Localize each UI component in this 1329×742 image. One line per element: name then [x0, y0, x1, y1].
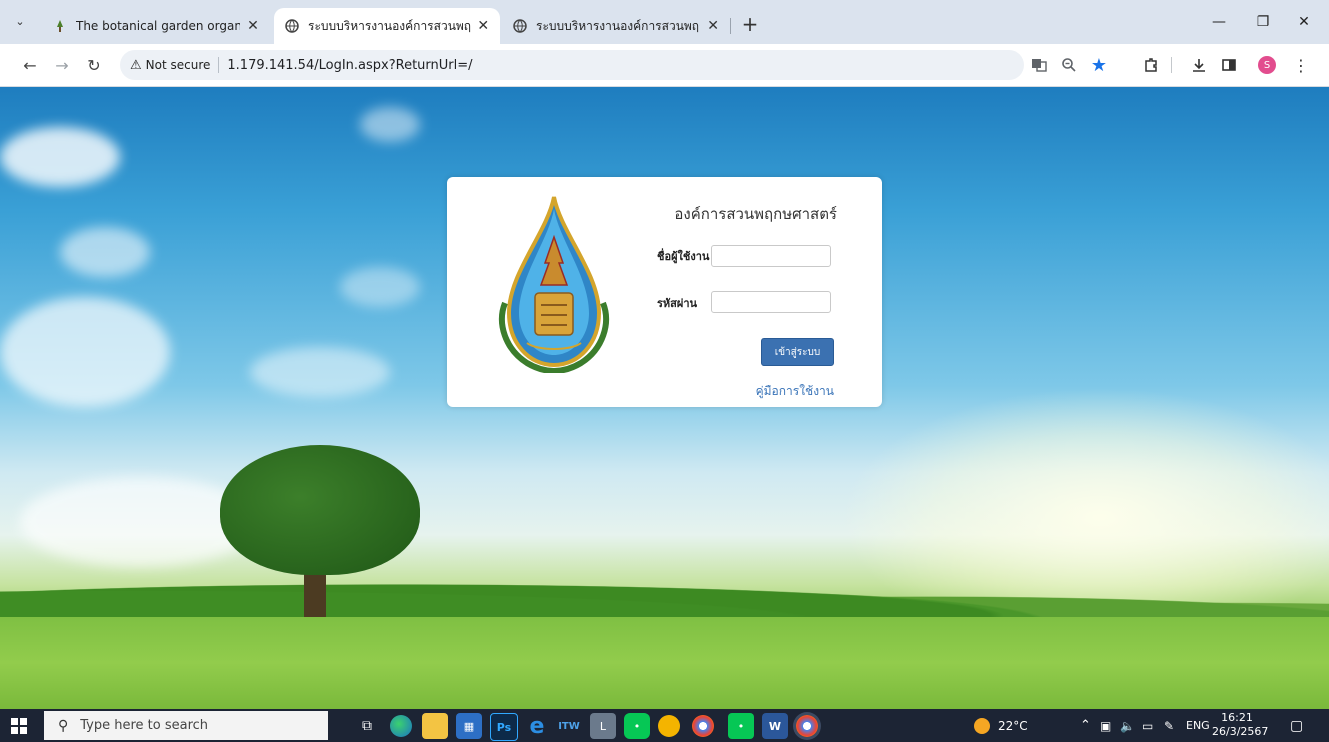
file-explorer-icon[interactable]	[422, 713, 448, 739]
profile-avatar[interactable]: S	[1258, 56, 1276, 74]
cloud	[360, 107, 420, 142]
download-icon[interactable]	[1188, 54, 1210, 76]
menu-kebab-icon[interactable]: ⋮	[1290, 54, 1312, 76]
plant-favicon-icon	[52, 18, 68, 34]
taskbar-search-box[interactable]: ⚲ Type here to search	[44, 711, 328, 740]
itw-app-icon[interactable]: ITW	[556, 713, 582, 739]
login-button[interactable]: เข้าสู่ระบบ	[761, 338, 834, 366]
globe-icon	[512, 18, 528, 34]
tab-title: ระบบบริหารงานองค์การสวนพฤกษศา	[308, 18, 471, 33]
tab-botanical-garden[interactable]: The botanical garden organizat ✕	[42, 8, 270, 44]
cloud	[60, 227, 150, 277]
cloud	[0, 127, 120, 187]
browser-tab-strip: ⌄ The botanical garden organizat ✕ ระบบบ…	[0, 0, 1329, 44]
warning-triangle-icon: ⚠	[130, 57, 142, 73]
minimize-icon[interactable]: —	[1199, 8, 1239, 36]
login-card: องค์การสวนพฤกษศาสตร์ ชื่อผู้ใช้งาน รหัสผ…	[447, 177, 882, 407]
close-icon[interactable]: ✕	[246, 18, 260, 34]
clock-date: 26/3/2567	[1212, 725, 1269, 738]
tab-title: ระบบบริหารงานองค์การสวนพฤกษศา	[536, 18, 700, 33]
organization-emblem	[487, 193, 621, 375]
notification-icon[interactable]: ▢	[1290, 709, 1303, 742]
windows-start-icon[interactable]	[8, 716, 30, 736]
weather-widget[interactable]: 22°C	[974, 709, 1028, 742]
meadow	[0, 617, 1329, 709]
browser-toolbar: ← → ↻ ⚠ Not secure 1.179.141.54/LogIn.as…	[0, 44, 1329, 87]
browser-app-icon[interactable]	[658, 715, 680, 737]
word-icon[interactable]: W	[762, 713, 788, 739]
address-bar[interactable]: ⚠ Not secure 1.179.141.54/LogIn.aspx?Ret…	[120, 50, 1024, 80]
back-arrow-icon[interactable]: ←	[18, 53, 42, 77]
pen-icon[interactable]: ✎	[1164, 709, 1174, 742]
url-text[interactable]: 1.179.141.54/LogIn.aspx?ReturnUrl=/	[227, 58, 472, 73]
password-field[interactable]	[711, 291, 831, 313]
tray-overflow-icon[interactable]: ⌃	[1080, 709, 1091, 742]
l-app-icon[interactable]: L	[590, 713, 616, 739]
password-label: รหัสผ่าน	[657, 297, 698, 310]
photoshop-icon[interactable]: Ps	[490, 713, 518, 741]
edge-browser-icon[interactable]	[390, 715, 412, 737]
bookmark-star-icon[interactable]: ★	[1088, 54, 1110, 76]
language-indicator[interactable]: ENG	[1186, 709, 1210, 742]
tab-system-second[interactable]: ระบบบริหารงานองค์การสวนพฤกษศา ✕	[502, 8, 730, 44]
clock[interactable]: 16:21 26/3/2567	[1212, 711, 1269, 739]
chevron-down-icon: ⌄	[15, 14, 25, 28]
network-icon[interactable]: ▭	[1142, 709, 1153, 742]
toolbar-divider	[1168, 54, 1174, 76]
tab-divider	[730, 18, 731, 34]
new-tab-button[interactable]: +	[738, 12, 762, 36]
forward-arrow-icon[interactable]: →	[50, 53, 74, 77]
username-field[interactable]	[711, 245, 831, 267]
extensions-icon[interactable]	[1140, 54, 1162, 76]
chrome-profile-icon[interactable]	[796, 715, 818, 737]
restore-icon[interactable]: ❐	[1243, 8, 1283, 36]
search-placeholder: Type here to search	[80, 718, 209, 733]
close-window-icon[interactable]: ✕	[1284, 8, 1324, 36]
security-chip[interactable]: ⚠ Not secure	[130, 58, 210, 73]
task-view-icon[interactable]: ⧉	[354, 713, 380, 739]
close-icon[interactable]: ✕	[477, 18, 491, 34]
store-icon[interactable]: ▦	[456, 713, 482, 739]
address-divider	[218, 57, 220, 73]
volume-icon[interactable]: 🔈	[1120, 709, 1135, 742]
close-icon[interactable]: ✕	[706, 18, 720, 34]
reload-icon[interactable]: ↻	[82, 53, 106, 77]
globe-icon	[284, 18, 300, 34]
translate-icon[interactable]	[1028, 54, 1050, 76]
cloud	[0, 297, 170, 407]
cloud	[340, 267, 420, 307]
chrome-icon[interactable]	[692, 715, 714, 737]
page-background: องค์การสวนพฤกษศาสตร์ ชื่อผู้ใช้งาน รหัสผ…	[0, 87, 1329, 709]
tab-title: The botanical garden organizat	[76, 19, 241, 33]
organization-name: องค์การสวนพฤกษศาสตร์	[674, 205, 837, 223]
user-manual-link[interactable]: คู่มือการใช้งาน	[737, 382, 834, 401]
sun-weather-icon	[974, 717, 990, 734]
tab-login-active[interactable]: ระบบบริหารงานองค์การสวนพฤกษศา ✕	[274, 8, 500, 44]
side-panel-icon[interactable]	[1218, 54, 1240, 76]
security-label: Not secure	[145, 58, 211, 72]
weather-temp: 22°C	[998, 718, 1028, 733]
internet-explorer-icon[interactable]: e	[524, 713, 550, 739]
line-app-icon-2[interactable]: •	[728, 713, 754, 739]
tree-crown	[220, 445, 420, 575]
tab-search-button[interactable]: ⌄	[8, 9, 32, 33]
meet-now-icon[interactable]: ▣	[1100, 709, 1111, 742]
clock-time: 16:21	[1221, 711, 1253, 724]
search-icon: ⚲	[58, 717, 69, 734]
zoom-icon[interactable]	[1058, 54, 1080, 76]
windows-taskbar: ⚲ Type here to search ⧉ ▦ Ps e ITW L • •…	[0, 709, 1329, 742]
cloud	[250, 347, 390, 397]
line-app-icon[interactable]: •	[624, 713, 650, 739]
username-label: ชื่อผู้ใช้งาน	[657, 250, 710, 263]
